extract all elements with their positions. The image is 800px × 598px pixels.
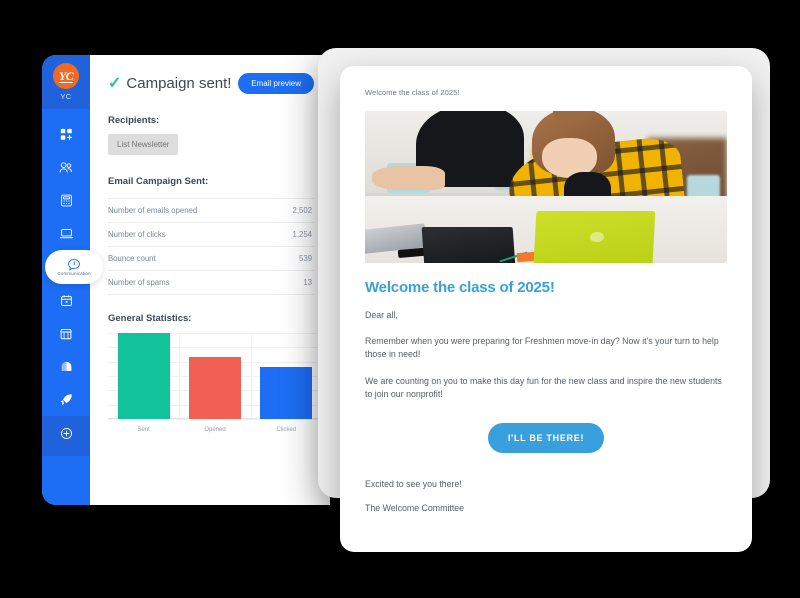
- email-signature: The Welcome Committee: [365, 502, 465, 513]
- brand-name: YC: [60, 92, 72, 101]
- chart-gridline: [108, 419, 322, 420]
- table-row: Number of clicks 1,254: [108, 222, 314, 246]
- recipients-label: Recipients:: [108, 115, 160, 126]
- rocket-icon: [59, 393, 73, 407]
- chart-bar-cell: [179, 333, 250, 419]
- sidebar-item-dashboard[interactable]: [42, 118, 90, 151]
- email-preview-card: Welcome the class of 2025! Welcome the c…: [340, 66, 752, 552]
- email-preview-button[interactable]: Email preview: [238, 73, 314, 94]
- recipient-list-chip[interactable]: List Newsletter: [108, 134, 179, 155]
- chart-bars: [108, 333, 322, 419]
- stat-value: 1,254: [292, 230, 312, 239]
- plus-circle-icon: [60, 427, 73, 445]
- stat-label: Number of clicks: [108, 230, 166, 239]
- email-cta-wrapper: I'LL BE THERE!: [365, 422, 727, 453]
- chart-title: General Statistics:: [108, 313, 192, 324]
- sidebar-item-support[interactable]: [42, 350, 90, 383]
- table-row: Number of emails opened 2,502: [108, 198, 314, 222]
- app-window: YC YC Communication ✓ Campaign sent! Ema…: [42, 55, 330, 505]
- check-icon: ✓: [108, 74, 122, 92]
- header-row: ✓ Campaign sent! Email preview: [108, 73, 314, 94]
- brand-logo-block[interactable]: YC YC: [42, 55, 90, 109]
- email-subject-line: Welcome the class of 2025!: [365, 88, 460, 97]
- stat-label: Number of emails opened: [108, 206, 198, 215]
- sidebar-item-store[interactable]: [42, 317, 90, 350]
- sidebar-item-contacts[interactable]: [42, 151, 90, 184]
- sidebar-item-campaigns[interactable]: [42, 383, 90, 416]
- calendar-icon: [60, 294, 73, 307]
- sidebar-nav: Communication: [42, 109, 103, 416]
- table-row: Number of spams 13: [108, 270, 314, 295]
- sidebar-tail: [42, 456, 90, 505]
- email-greeting: Dear all,: [365, 310, 398, 320]
- campaign-sent-label: Email Campaign Sent:: [108, 176, 209, 187]
- sidebar-item-events[interactable]: [42, 284, 90, 317]
- email-heading: Welcome the class of 2025!: [365, 279, 555, 296]
- chart-bar-sent: [117, 333, 170, 419]
- chart-x-label: Sent: [137, 427, 150, 433]
- email-closing: Excited to see you there!: [365, 478, 462, 489]
- chart-bar-cell: [251, 333, 322, 419]
- stat-label: Number of spams: [108, 278, 170, 287]
- stat-value: 539: [298, 254, 312, 263]
- chart-bar-clicked: [260, 367, 313, 419]
- stat-value: 2,502: [292, 206, 312, 215]
- email-paragraph-1: Remember when you were preparing for Fre…: [365, 336, 719, 360]
- chart-bar-opened: [188, 357, 241, 419]
- calculator-icon: [60, 194, 73, 207]
- chart-x-label: Opened: [204, 427, 226, 433]
- laptop-icon: [59, 227, 74, 240]
- shop-icon: [59, 327, 73, 340]
- sidebar: YC YC Communication: [42, 55, 103, 505]
- sidebar-item-accounting[interactable]: [42, 184, 90, 217]
- ill-be-there-button[interactable]: I'LL BE THERE!: [487, 422, 605, 453]
- sidebar-add-button[interactable]: [42, 416, 90, 456]
- screenshot-stage: YC YC Communication ✓ Campaign sent! Ema…: [0, 0, 800, 598]
- people-icon: [59, 161, 73, 174]
- general-statistics-chart: Sent Opened Clicked: [108, 333, 322, 433]
- grid-plus-icon: [60, 128, 73, 141]
- chart-bar-cell: [108, 333, 179, 419]
- yc-logo-icon: YC: [53, 63, 79, 89]
- chart-x-labels: Sent Opened Clicked: [108, 427, 322, 433]
- sidebar-item-label: Communication: [57, 271, 91, 276]
- email-hero-image: [365, 111, 727, 263]
- chat-bubble-icon: [67, 258, 81, 271]
- main-panel: ✓ Campaign sent! Email preview Recipient…: [90, 55, 330, 505]
- helmet-icon: [60, 360, 73, 373]
- stat-value: 13: [303, 278, 312, 287]
- sidebar-item-communication[interactable]: Communication: [45, 250, 103, 284]
- table-row: Bounce count 539: [108, 246, 314, 270]
- stat-label: Bounce count: [108, 254, 156, 263]
- page-title: ✓ Campaign sent!: [108, 75, 231, 92]
- stats-table: Number of emails opened 2,502 Number of …: [108, 198, 314, 295]
- sidebar-item-website[interactable]: [42, 217, 90, 250]
- email-paragraph-2: We are counting on you to make this day …: [365, 375, 722, 399]
- page-title-text: Campaign sent!: [126, 75, 232, 92]
- chart-x-label: Clicked: [276, 427, 297, 433]
